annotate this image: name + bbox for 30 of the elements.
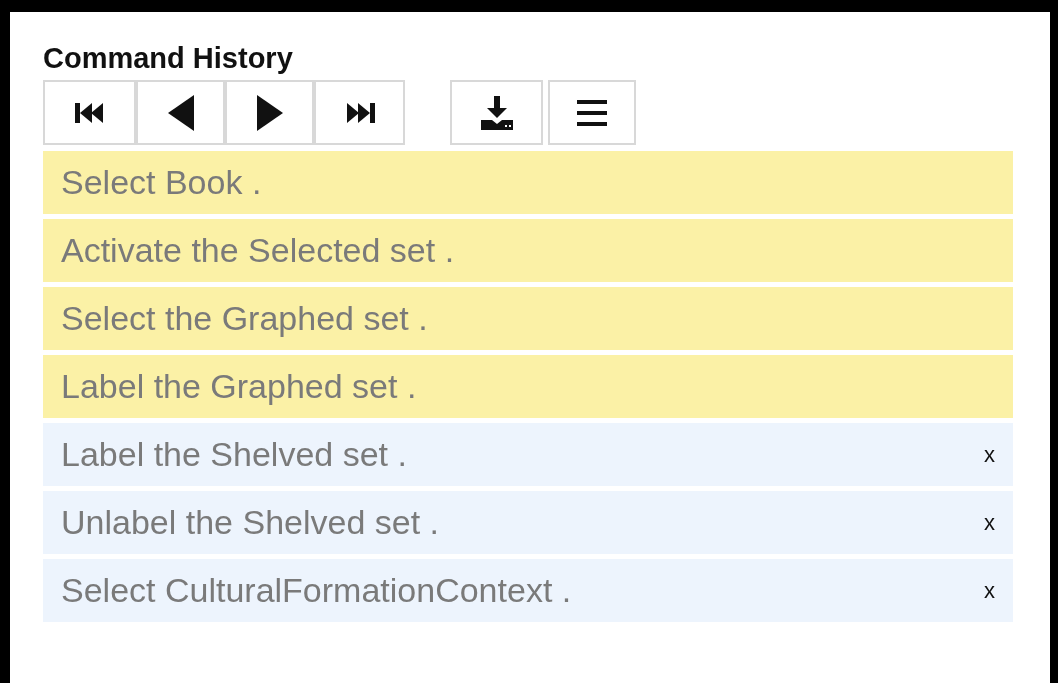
history-entry[interactable]: Select CulturalFormationContext . x [43,559,1013,622]
skip-back-icon [74,100,105,125]
skip-forward-icon [344,100,375,125]
command-text: Select Book . [61,162,263,203]
command-text: Select the Graphed set . [61,298,429,339]
command-text: Select CulturalFormationContext . [61,570,573,611]
previous-button[interactable] [136,80,225,145]
triangle-right-icon [256,94,283,131]
remove-button[interactable]: x [984,511,995,534]
remove-button[interactable]: x [984,579,995,602]
history-entry[interactable]: Label the Graphed set . [43,355,1013,418]
history-entry[interactable]: Select the Graphed set . [43,287,1013,350]
command-text: Label the Graphed set . [61,366,418,407]
download-icon [480,95,513,130]
panel-title: Command History [43,41,293,76]
next-button[interactable] [225,80,314,145]
menu-button[interactable] [548,80,636,145]
history-entry[interactable]: Label the Shelved set . x [43,423,1013,486]
first-button[interactable] [43,80,136,145]
history-entry[interactable]: Select Book . [43,151,1013,214]
history-entry[interactable]: Unlabel the Shelved set . x [43,491,1013,554]
command-text: Label the Shelved set . [61,434,408,475]
triangle-left-icon [167,94,194,131]
command-text: Unlabel the Shelved set . [61,502,441,543]
last-button[interactable] [314,80,405,145]
download-button[interactable] [450,80,543,145]
command-text: Activate the Selected set . [61,230,456,271]
remove-button[interactable]: x [984,443,995,466]
menu-icon [577,99,607,126]
history-entry[interactable]: Activate the Selected set . [43,219,1013,282]
